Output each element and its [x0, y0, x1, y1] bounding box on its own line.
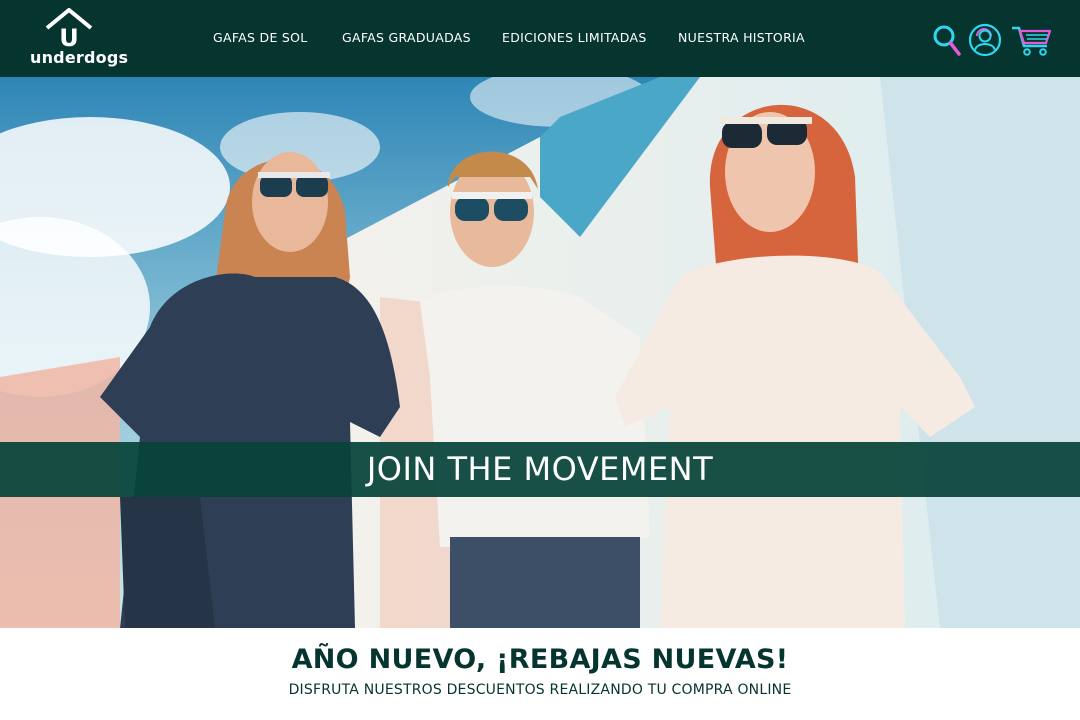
promo-subtitle: DISFRUTA NUESTROS DESCUENTOS REALIZANDO …	[288, 682, 792, 698]
nav-item-nuestra-historia[interactable]: NUESTRA HISTORIA	[678, 30, 805, 45]
account-button[interactable]	[967, 22, 1003, 58]
search-button[interactable]	[932, 22, 962, 58]
nav-item-gafas-de-sol[interactable]: GAFAS DE SOL	[213, 30, 308, 45]
user-icon	[968, 23, 1002, 57]
hero-banner[interactable]: JOIN THE MOVEMENT	[0, 77, 1080, 628]
promo-title: AÑO NUEVO, ¡REBAJAS NUEVAS!	[291, 644, 789, 675]
cart-button[interactable]	[1010, 22, 1054, 58]
search-icon	[933, 25, 961, 56]
nav-item-gafas-graduadas[interactable]: GAFAS GRADUADAS	[342, 30, 471, 45]
promo-section: AÑO NUEVO, ¡REBAJAS NUEVAS! DISFRUTA NUE…	[0, 628, 1080, 720]
hero-photo	[0, 77, 1080, 628]
hero-banner-strip: JOIN THE MOVEMENT	[0, 442, 1080, 497]
site-header: U underdogs GAFAS DE SOL GAFAS GRADUADAS…	[0, 0, 1080, 77]
main-nav: GAFAS DE SOL GAFAS GRADUADAS EDICIONES L…	[0, 30, 1080, 48]
hero-banner-text[interactable]: JOIN THE MOVEMENT	[0, 442, 1080, 497]
brand-name: underdogs	[30, 48, 129, 67]
cart-icon	[1012, 26, 1052, 56]
nav-item-ediciones-limitadas[interactable]: EDICIONES LIMITADAS	[502, 30, 647, 45]
